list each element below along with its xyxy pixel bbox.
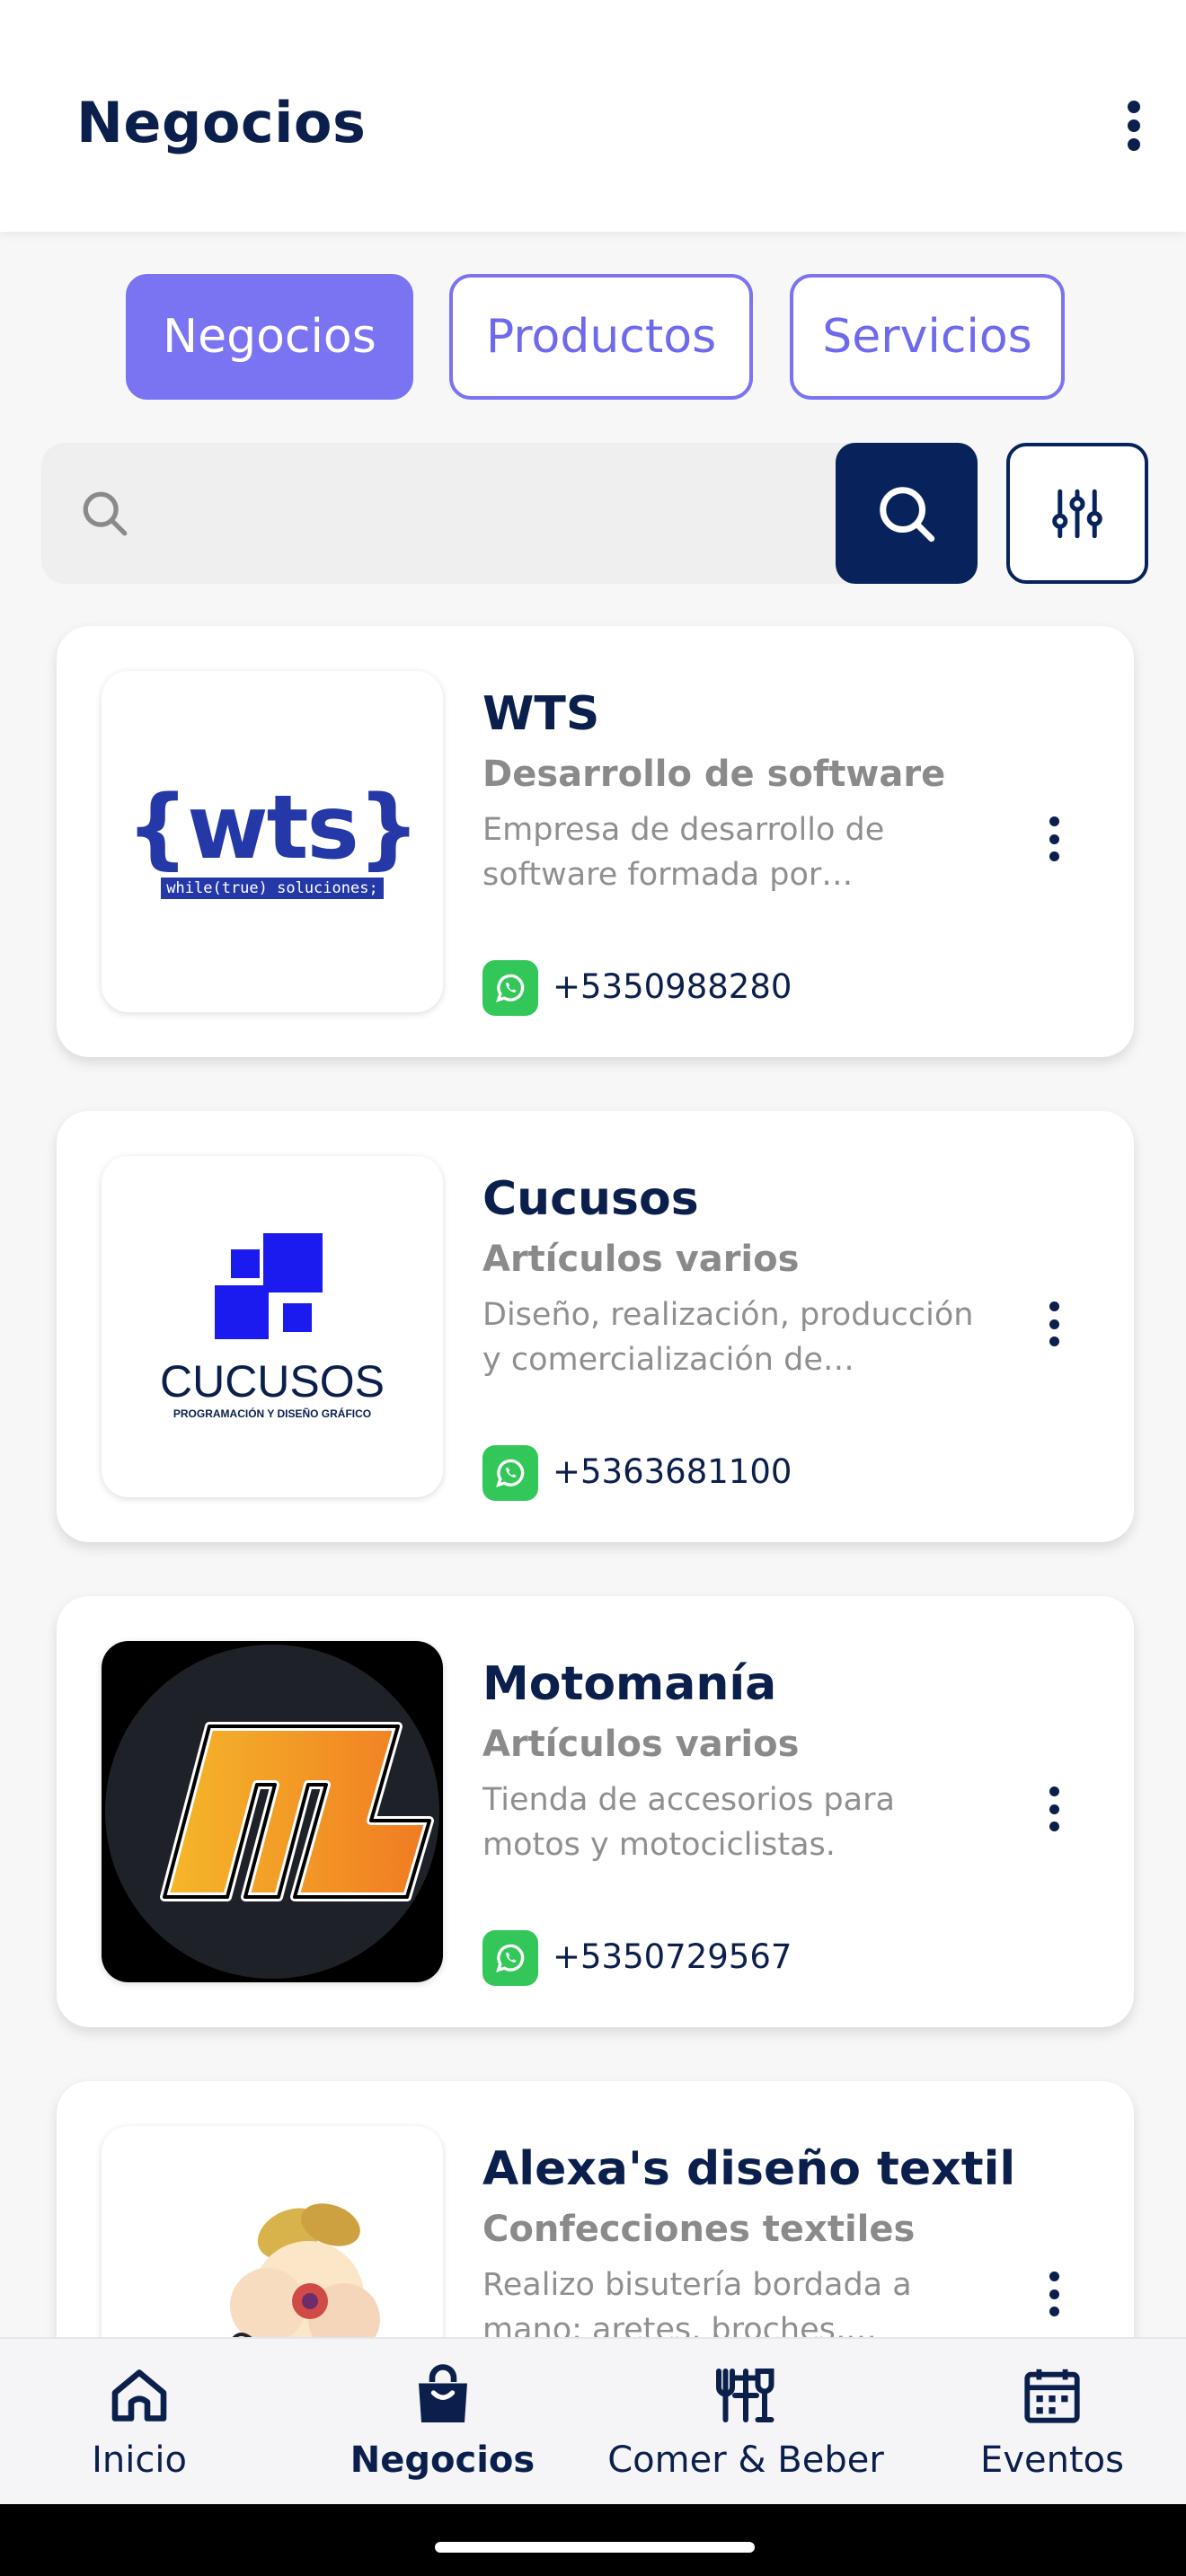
business-phone[interactable]: +5350729567: [553, 1937, 792, 1976]
tab-productos[interactable]: Productos: [449, 274, 753, 400]
logo-text: {wts}: [126, 777, 420, 879]
restaurant-icon: [716, 2369, 774, 2422]
business-card-wts[interactable]: {wts} while(true) soluciones; WTS Desarr…: [57, 626, 1134, 1057]
nav-item-eventos[interactable]: Eventos: [952, 2339, 1152, 2506]
business-category: Artículos varios: [482, 1724, 800, 1765]
filter-button[interactable]: [1006, 443, 1148, 584]
business-name: Cucusos: [482, 1172, 699, 1226]
nav-label: Comer & Beber: [607, 2439, 884, 2481]
business-category: Artículos varios: [482, 1239, 800, 1280]
business-description: Empresa de desarrollo de software formad…: [482, 812, 885, 893]
tab-negocios[interactable]: Negocios: [126, 274, 413, 400]
nav-label: Inicio: [92, 2439, 187, 2481]
business-logo: {wts} while(true) soluciones;: [102, 671, 443, 1012]
app-bar: Negocios: [0, 0, 1186, 232]
page-title: Negocios: [76, 90, 367, 155]
calendar-icon: [1024, 2369, 1080, 2423]
motomania-logo: [105, 1645, 439, 1979]
nav-item-negocios[interactable]: Negocios: [341, 2339, 544, 2506]
nav-item-comer-beber[interactable]: Comer & Beber: [607, 2339, 884, 2506]
nav-item-inicio[interactable]: Inicio: [54, 2339, 225, 2506]
business-name: WTS: [482, 687, 600, 741]
more-vert-icon[interactable]: [1045, 1786, 1063, 1831]
bottom-nav: Inicio Negocios Comer & Beber Eventos: [0, 2337, 1186, 2504]
logo-text: CUCUSOS: [159, 1356, 385, 1407]
more-vert-icon[interactable]: [1045, 1301, 1063, 1346]
business-phone[interactable]: +5363681100: [553, 1452, 792, 1491]
home-gesture-handle[interactable]: [435, 2542, 755, 2553]
more-vert-icon[interactable]: [1045, 816, 1063, 861]
search-icon: [880, 486, 935, 542]
business-logo: [102, 1641, 443, 1982]
business-name: Alexa's diseño textil: [482, 2142, 1016, 2196]
home-icon: [111, 2369, 167, 2422]
more-vert-icon[interactable]: [1045, 2272, 1063, 2316]
nav-label: Negocios: [350, 2439, 535, 2481]
business-description: Tienda de accesorios para motos y motoci…: [482, 1782, 895, 1863]
business-logo: CUCUSOS PROGRAMACIÓN Y DISEÑO GRÁFICO: [102, 1156, 443, 1497]
tab-servicios[interactable]: Servicios: [790, 274, 1065, 400]
cucusos-logo-squares: [215, 1233, 323, 1339]
search-button[interactable]: [836, 443, 978, 584]
whatsapp-icon[interactable]: [482, 960, 538, 1016]
shopping-bag-icon: [418, 2364, 467, 2422]
business-card-cucusos[interactable]: CUCUSOS PROGRAMACIÓN Y DISEÑO GRÁFICO Cu…: [57, 1111, 1134, 1542]
business-name: Motomanía: [482, 1657, 777, 1711]
whatsapp-icon[interactable]: [482, 1930, 538, 1986]
more-vert-icon[interactable]: [1125, 101, 1143, 151]
search-icon: [83, 491, 128, 536]
business-category: Confecciones textiles: [482, 2209, 916, 2250]
logo-tagline: PROGRAMACIÓN Y DISEÑO GRÁFICO: [173, 1407, 372, 1420]
logo-tagline: while(true) soluciones;: [161, 878, 384, 899]
business-category: Desarrollo de software: [482, 754, 946, 795]
business-card-motomania[interactable]: Motomanía Artículos varios Tienda de acc…: [57, 1596, 1134, 2027]
nav-label: Eventos: [980, 2439, 1124, 2481]
business-phone[interactable]: +5350988280: [553, 967, 792, 1006]
business-description: Diseño, realización, producción y comerc…: [482, 1297, 974, 1378]
system-nav-bar: [0, 2504, 1186, 2576]
sliders-icon: [1052, 489, 1102, 538]
whatsapp-icon[interactable]: [482, 1445, 538, 1501]
